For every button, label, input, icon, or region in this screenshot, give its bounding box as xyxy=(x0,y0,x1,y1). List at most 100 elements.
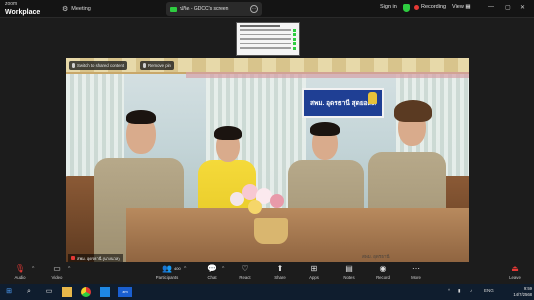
flower xyxy=(270,194,284,208)
switch-label: Switch to shared content xyxy=(77,63,125,68)
store-icon[interactable] xyxy=(100,287,110,297)
screen-share-tab[interactable]: ปกิด - GDCC's screen ⋯ xyxy=(166,2,262,16)
hair xyxy=(214,126,242,140)
chrome-icon[interactable] xyxy=(81,287,91,297)
more-icon[interactable]: ⋯ xyxy=(250,5,258,13)
security-shield-icon[interactable] xyxy=(403,4,410,12)
notes-label: Notes xyxy=(343,275,355,280)
chevron-up-icon[interactable]: ^ xyxy=(68,266,70,272)
participant-name-tag: สพม. อุดรธานี (นางนวล) xyxy=(68,254,123,262)
leave-label: Leave xyxy=(509,275,521,280)
close-icon[interactable]: ✕ xyxy=(520,4,525,11)
check-icon xyxy=(293,42,296,45)
thumbnail-row xyxy=(240,28,296,32)
unpin-icon xyxy=(143,63,146,68)
check-icon xyxy=(293,37,296,41)
tray-chevron-icon[interactable]: ^ xyxy=(448,288,450,293)
valance-trim xyxy=(186,72,469,78)
chevron-up-icon[interactable]: ^ xyxy=(184,266,186,272)
apps-button[interactable]: ⊞ Apps xyxy=(297,264,331,280)
remove-pin-button[interactable]: Remove pin xyxy=(140,61,174,70)
windows-taskbar: ⊞ ⌕ ▭ zm ^ ▮ ♪ ENG 9:59 14/7/2568 xyxy=(0,284,534,300)
network-icon[interactable]: ▮ xyxy=(458,288,460,294)
gear-icon: ⚙ xyxy=(62,6,69,13)
heart-icon: ♡ xyxy=(241,264,249,273)
chat-icon: 💬 xyxy=(207,264,217,273)
volume-icon[interactable]: ♪ xyxy=(470,288,472,293)
search-icon[interactable]: ⌕ xyxy=(24,287,34,297)
video-label: Video xyxy=(51,275,63,280)
participants-icon: 👥 xyxy=(162,264,172,273)
thumbnail-row xyxy=(240,42,296,45)
pin-icon xyxy=(72,63,75,68)
chat-label: Chat xyxy=(207,275,217,280)
meeting-tab[interactable]: ⚙ Meeting xyxy=(62,3,91,15)
shared-content-thumbnail[interactable] xyxy=(236,22,300,56)
brand-bottom: Workplace xyxy=(5,9,41,16)
thumbnail-row xyxy=(240,33,296,36)
brand-top: zoom xyxy=(5,1,18,7)
more-button[interactable]: ⋯ More xyxy=(399,264,433,280)
apps-label: Apps xyxy=(309,275,319,280)
react-button[interactable]: ♡ React xyxy=(228,264,262,280)
share-screen-icon: ⬆ xyxy=(276,264,284,273)
view-label: View xyxy=(452,4,464,10)
thumbnail-row xyxy=(240,46,296,50)
apps-icon: ⊞ xyxy=(310,264,318,273)
check-icon xyxy=(293,46,296,50)
check-icon xyxy=(293,33,296,36)
clock[interactable]: 9:59 14/7/2568 xyxy=(506,286,532,297)
remove-pin-label: Remove pin xyxy=(148,63,171,68)
meeting-tab-label: Meeting xyxy=(71,6,91,12)
file-explorer-icon[interactable] xyxy=(62,287,72,297)
zoom-icon[interactable]: zm xyxy=(118,287,132,297)
hair xyxy=(126,110,156,124)
notes-button[interactable]: ▤ Notes xyxy=(332,264,366,280)
title-bar: zoom Workplace ⚙ Meeting ปกิด - GDCC's s… xyxy=(0,0,534,18)
windows-start-icon[interactable]: ⊞ xyxy=(4,287,14,297)
chevron-up-icon[interactable]: ^ xyxy=(32,266,34,272)
screen-share-icon xyxy=(170,6,177,12)
flower-arrangement xyxy=(226,178,290,223)
leave-button[interactable]: ⏏ Leave xyxy=(498,264,532,280)
notes-icon: ▤ xyxy=(345,264,353,273)
thumbnail-line xyxy=(240,38,291,40)
thumbnail-line xyxy=(240,33,291,36)
mic-muted-icon xyxy=(71,256,75,260)
thumbnail-row xyxy=(240,37,296,41)
hair xyxy=(394,100,432,122)
zoom-workplace-logo: zoom Workplace xyxy=(5,1,40,16)
clock-date: 14/7/2568 xyxy=(513,291,532,297)
more-label: More xyxy=(411,275,421,280)
participants-label: Participants xyxy=(155,275,179,280)
thumbnail-line xyxy=(240,29,291,31)
camera-icon: ▭ xyxy=(53,264,61,273)
maximize-icon[interactable]: ▢ xyxy=(505,4,511,11)
share-button[interactable]: ⬆ Share xyxy=(263,264,297,280)
grid-icon: ▦ xyxy=(465,4,471,10)
thumbnail-header xyxy=(240,25,280,27)
chevron-up-icon[interactable]: ^ xyxy=(222,266,224,272)
screen-share-tab-label: ปกิด - GDCC's screen xyxy=(180,6,229,12)
video-watermark: สพม. อุดรธานี xyxy=(362,254,390,259)
sign-in-button[interactable]: Sign in xyxy=(380,4,397,10)
meeting-toolbar: 🎙 Audio ^ ▭ Video ^ 👥 Participants 400 ^… xyxy=(0,262,534,284)
hair xyxy=(310,122,340,136)
record-label: Record xyxy=(376,275,390,280)
language-indicator[interactable]: ENG xyxy=(484,288,494,293)
leave-icon: ⏏ xyxy=(511,264,519,273)
minimize-icon[interactable]: — xyxy=(488,4,494,10)
flower xyxy=(248,200,262,214)
mic-muted-icon: 🎙 xyxy=(14,264,26,273)
task-view-icon[interactable]: ▭ xyxy=(44,287,54,297)
recording-indicator[interactable]: Recording xyxy=(414,4,446,10)
more-icon: ⋯ xyxy=(412,264,420,273)
share-label: Share xyxy=(274,275,286,280)
view-button[interactable]: View ▦ xyxy=(452,4,471,10)
react-label: React xyxy=(239,275,251,280)
record-button[interactable]: ◉ Record xyxy=(366,264,400,280)
pinned-video[interactable]: สพม. อุดรธานี สุดยอดดี Switch to shared … xyxy=(66,58,469,263)
participants-count: 400 xyxy=(174,266,181,271)
record-icon: ◉ xyxy=(379,264,387,273)
switch-to-shared-content-button[interactable]: Switch to shared content xyxy=(69,61,128,70)
